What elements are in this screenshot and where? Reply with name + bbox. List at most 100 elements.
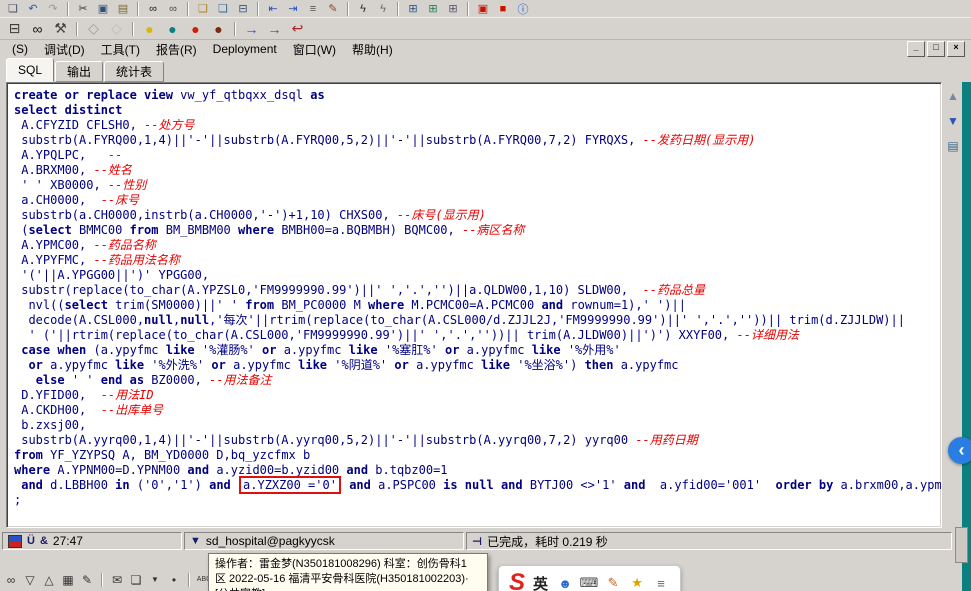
find-small-icon[interactable]: ∞	[2, 571, 20, 588]
scrollbar-thumb[interactable]	[955, 527, 968, 563]
pencil-icon[interactable]: ✎	[78, 571, 96, 588]
info-icon[interactable]: ⓘ	[513, 1, 533, 16]
restore-icon[interactable]: □	[927, 41, 945, 57]
find-next-icon[interactable]: ∞	[163, 1, 183, 16]
code-text: a.ypyfmc	[42, 358, 116, 372]
breakpoint-icon[interactable]: ◇	[82, 19, 105, 38]
highlight-box: a.YZXZ00 ='0'	[243, 478, 337, 492]
connection-label[interactable]: sd_hospital@pagkyycsk	[206, 534, 335, 548]
code-comment: --用法备注	[209, 373, 272, 387]
code-line: substr(replace(to_char(A.YPZSL0,'FM99999…	[14, 283, 941, 298]
scroll-up-icon[interactable]: ▲	[945, 88, 961, 104]
dropdown-icon[interactable]: ▼	[146, 571, 164, 588]
tab-sql[interactable]: SQL	[6, 58, 55, 82]
code-text: a.yfid00='001'	[645, 478, 776, 492]
open-file-icon[interactable]: ❏	[213, 1, 233, 16]
save-file-icon[interactable]: ⊟	[233, 1, 253, 16]
text-block-icon[interactable]: ≡	[303, 1, 323, 16]
record-icon[interactable]: ▣	[473, 1, 493, 16]
stop-record-icon[interactable]: ■	[493, 1, 513, 16]
commit-icon[interactable]: ϟ	[353, 1, 373, 16]
minimize-icon[interactable]: _	[907, 41, 925, 57]
indent-icon[interactable]: ⇥	[283, 1, 303, 16]
step-back-icon[interactable]: ↩	[286, 19, 309, 38]
undo-icon[interactable]: ↶	[23, 1, 43, 16]
run-teal-icon[interactable]: ●	[161, 19, 184, 38]
sql-editor[interactable]: create or replace view vw_yf_qtbqxx_dsql…	[6, 82, 942, 528]
menu-item-s[interactable]: (S)	[4, 41, 36, 57]
new-document-icon[interactable]: ❏	[3, 1, 23, 16]
ime-keyboard-icon[interactable]: ⌨	[580, 574, 599, 591]
code-text: '('||A.YPGG00||')' YPGG00,	[14, 268, 210, 282]
toolbar-separator	[132, 21, 134, 36]
code-line: A.BRXM00, --姓名	[14, 163, 941, 178]
mail-icon[interactable]: ✉	[108, 571, 126, 588]
code-text: a.ypyfmc	[459, 343, 532, 357]
grid-icon[interactable]: ▦	[59, 571, 77, 588]
result-stack-icon[interactable]: ▤	[945, 138, 961, 154]
code-comment: --处方号	[144, 118, 195, 132]
code-text: ;	[14, 493, 22, 507]
code-text: else	[35, 373, 65, 387]
ime-menu-icon[interactable]: ≡	[652, 574, 670, 591]
new-file-icon[interactable]: ❏	[193, 1, 213, 16]
code-text: select	[28, 223, 72, 237]
menu-item-help[interactable]: 帮助(H)	[344, 40, 401, 59]
step-over-icon[interactable]: →	[263, 19, 286, 38]
cut-icon[interactable]: ✂	[73, 1, 93, 16]
edit-text-icon[interactable]: ✎	[323, 1, 343, 16]
scroll-down-icon[interactable]: ▼	[945, 113, 961, 129]
rollback-icon[interactable]: ϟ	[373, 1, 393, 16]
code-text: or	[211, 358, 226, 372]
copy-icon[interactable]: ▣	[93, 1, 113, 16]
code-text: '%外洗%'	[144, 358, 212, 372]
code-text: a.ypyfmc	[225, 358, 299, 372]
print-icon[interactable]: ⊟	[3, 19, 26, 38]
code-comment: --用药日期	[635, 433, 698, 447]
bullet-icon[interactable]: •	[165, 571, 183, 588]
elapsed-time-label: 27:47	[52, 534, 83, 548]
menu-item-deployment[interactable]: Deployment	[205, 41, 285, 57]
paste-icon[interactable]: ▤	[113, 1, 133, 16]
close-icon[interactable]: ×	[947, 41, 965, 57]
ime-person-icon[interactable]: ☻	[556, 574, 574, 591]
run-yellow-icon[interactable]: ●	[138, 19, 161, 38]
outdent-icon[interactable]: ⇤	[263, 1, 283, 16]
hammer-icon[interactable]: ⚒	[49, 19, 72, 38]
sort-desc-icon[interactable]: ▽	[21, 571, 39, 588]
menu-item-window[interactable]: 窗口(W)	[285, 40, 344, 59]
tab-output[interactable]: 输出	[55, 61, 104, 82]
table-list-icon[interactable]: ⊞	[443, 1, 463, 16]
toolbar-row-1: ❏ ↶ ↷ ✂ ▣ ▤ ∞ ∞ ❏ ❏ ⊟ ⇤ ⇥ ≡ ✎ ϟ ϟ ⊞ ⊞ ⊞ ▣ ■ ⓘ	[0, 0, 971, 18]
code-line: ' ('||rtrim(replace(to_char(A.CSL000,'FM…	[14, 328, 941, 343]
run-red-icon[interactable]: ●	[184, 19, 207, 38]
code-text: is null	[443, 478, 494, 492]
ime-mode-toggle[interactable]: 英	[533, 573, 548, 591]
code-line: decode(A.CSL000,null,null,'每次'||rtrim(re…	[14, 313, 941, 328]
sort-asc-icon[interactable]: △	[40, 571, 58, 588]
menu-item-debug[interactable]: 调试(D)	[36, 40, 93, 59]
ime-pen-icon[interactable]: ✎	[604, 574, 622, 591]
connection-dropdown-icon[interactable]: ▼	[190, 535, 201, 547]
code-line: b.zxsj00,	[14, 418, 941, 433]
sidebar-toggle-fab[interactable]: ‹	[948, 437, 971, 464]
code-text: case when	[21, 343, 87, 357]
find-icon[interactable]: ∞	[143, 1, 163, 16]
page-icon[interactable]: ❏	[127, 571, 145, 588]
glasses-icon[interactable]: ∞	[26, 19, 49, 38]
code-text: A.YPNM00=D.YPNM00	[50, 463, 188, 477]
step-forward-icon[interactable]: →	[240, 19, 263, 38]
run-dark-icon[interactable]: ●	[207, 19, 230, 38]
flag-icon	[8, 534, 22, 548]
table-edit-icon[interactable]: ⊞	[423, 1, 443, 16]
menu-item-report[interactable]: 报告(R)	[148, 40, 205, 59]
ime-skin-icon[interactable]: ★	[628, 574, 646, 591]
ime-logo-icon[interactable]: S	[509, 571, 525, 591]
menu-item-tools[interactable]: 工具(T)	[93, 40, 148, 59]
breakpoint-off-icon[interactable]: ◇	[105, 19, 128, 38]
tab-stats[interactable]: 统计表	[104, 61, 165, 82]
code-line: and d.LBBH00 in ('0','1') and a.YZXZ00 =…	[14, 478, 941, 493]
table-icon[interactable]: ⊞	[403, 1, 423, 16]
redo-icon[interactable]: ↷	[43, 1, 63, 16]
code-text: A.BRXM00,	[14, 163, 94, 177]
